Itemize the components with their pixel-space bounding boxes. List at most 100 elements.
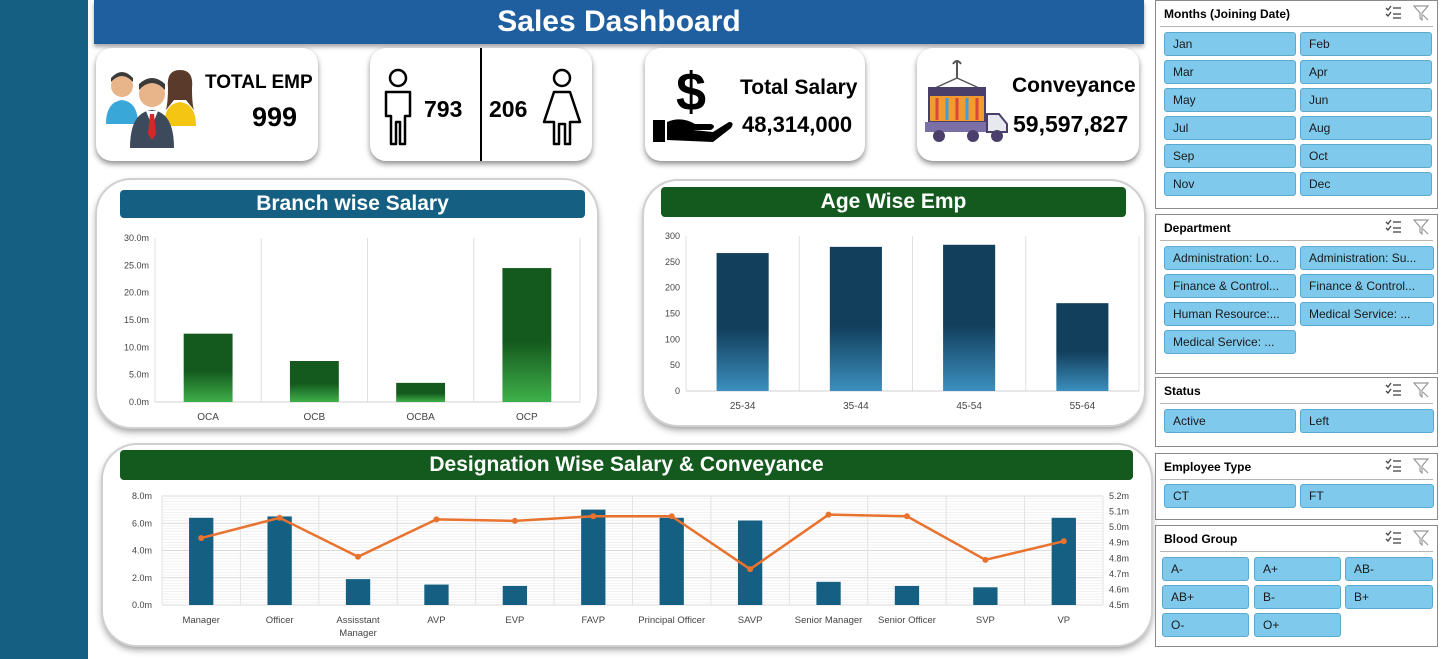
multi-select-icon[interactable] [1385,382,1401,396]
slicer-item-ft[interactable]: FT [1300,484,1434,508]
slicer-item-sep[interactable]: Sep [1164,144,1296,168]
y-tick-label: 30.0m [124,233,149,243]
slicer-item-dec[interactable]: Dec [1300,172,1432,196]
slicer-item-aug[interactable]: Aug [1300,116,1432,140]
slicer-item-dept-5[interactable]: Human Resource:... [1164,302,1296,326]
slicer-item-a-neg[interactable]: A- [1162,557,1249,581]
x-tick-label: Officer [266,615,294,626]
x-tick-label: OCA [197,412,219,423]
slicer-item-dept-4[interactable]: Finance & Control... [1300,274,1434,298]
y-tick-label: 50 [670,360,680,370]
slicer-item-mar[interactable]: Mar [1164,60,1296,84]
conveyance-value: 59,597,827 [1013,111,1129,137]
x-tick-label: FAVP [581,615,605,626]
x-tick-label: SVP [976,615,995,626]
y2-tick-label: 4.5m [1109,600,1129,610]
slicer-item-b-neg[interactable]: B- [1254,585,1341,609]
slicer-item-ab-neg[interactable]: AB- [1345,557,1433,581]
multi-select-icon[interactable] [1385,530,1401,544]
multi-select-icon[interactable] [1385,219,1401,233]
y2-tick-label: 4.9m [1109,538,1129,548]
slicer-item-jul[interactable]: Jul [1164,116,1296,140]
slicer-item-jan[interactable]: Jan [1164,32,1296,56]
cargo-truck-icon [925,60,1008,142]
bar-favp [581,509,606,605]
branch-salary-chart: 0.0m 5.0m 10.0m 15.0m 20.0m 25.0m 30.0m OCA OCB O… [124,233,581,423]
bar-principal-officer [659,517,684,605]
designation-title: Designation Wise Salary & Conveyance [120,450,1133,480]
designation-chart: 0.0m 2.0m 4.0m 6.0m 8.0m 4.5m 4.6m 4.7m 4.8m 4.9m… [132,491,1129,639]
multi-select-icon[interactable] [1385,458,1401,472]
total-emp-label: TOTAL EMP [205,72,313,93]
y-tick-label: 25.0m [124,260,149,270]
x-tick-label: EVP [505,615,524,626]
y-tick-label: 2.0m [132,573,152,583]
clear-filter-icon[interactable] [1413,382,1429,398]
bar-vp [1051,517,1076,605]
line-point-officer [276,514,283,521]
slicer-item-ab-pos[interactable]: AB+ [1162,585,1249,609]
slicer-item-dept-2[interactable]: Administration: Su... [1300,246,1434,270]
slicer-item-a-pos[interactable]: A+ [1254,557,1341,581]
x-tick-label: Manager [182,615,220,626]
people-group-icon [106,70,196,148]
y2-tick-label: 5.1m [1109,507,1129,517]
slicer-item-may[interactable]: May [1164,88,1296,112]
y-tick-label: 15.0m [124,315,149,325]
slicer-department: Department Administration: Lo... Adminis… [1155,214,1438,374]
dashboard: Sales Dashboard TOTAL EMP 999 793 206 $ … [0,0,1455,659]
age-emp-title: Age Wise Emp [661,187,1126,217]
slicer-item-active[interactable]: Active [1164,409,1296,433]
slicer-item-nov[interactable]: Nov [1164,172,1296,196]
x-tick-label: Manager [339,628,377,639]
line-point-senior-manager [825,511,832,518]
multi-select-icon[interactable] [1385,5,1401,19]
conveyance-label: Conveyance [1012,74,1136,97]
x-tick-label: OCP [516,412,538,423]
slicer-item-dept-3[interactable]: Finance & Control... [1164,274,1296,298]
slicer-item-o-neg[interactable]: O- [1162,613,1249,637]
svg-text:$: $ [676,62,706,122]
bar-25-34 [716,253,769,391]
slicer-status: Status Active Left [1155,377,1438,447]
line-point-svp [982,556,989,563]
line-point-manager [198,535,205,542]
slicer-item-left[interactable]: Left [1300,409,1434,433]
slicer-employee-type: Employee Type CT FT [1155,453,1438,520]
female-count: 206 [489,96,528,122]
slicer-item-jun[interactable]: Jun [1300,88,1432,112]
female-icon [542,68,582,146]
bar-evp [502,585,528,605]
bar-assisstant-manager [345,579,371,605]
line-point-senior-officer [903,513,910,520]
bar-ocb [289,361,339,402]
bar-45-54 [943,244,996,391]
x-tick-label: 45-54 [956,401,982,412]
slicer-item-o-pos[interactable]: O+ [1254,613,1341,637]
slicer-item-dept-6[interactable]: Medical Service: ... [1300,302,1434,326]
clear-filter-icon[interactable] [1413,530,1429,546]
slicer-item-b-pos[interactable]: B+ [1345,585,1433,609]
bar-oca [183,333,233,402]
page-title: Sales Dashboard [94,0,1144,44]
clear-filter-icon[interactable] [1413,5,1429,21]
y2-tick-label: 5.2m [1109,491,1129,501]
x-tick-label: 35-44 [843,401,869,412]
clear-filter-icon[interactable] [1413,219,1429,235]
y-tick-label: 5.0m [129,370,149,380]
x-tick-label: Senior Manager [795,615,863,626]
slicer-item-ct[interactable]: CT [1164,484,1296,508]
slicer-item-dept-7[interactable]: Medical Service: ... [1164,330,1296,354]
y-tick-label: 300 [665,231,680,241]
clear-filter-icon[interactable] [1413,458,1429,474]
slicer-item-oct[interactable]: Oct [1300,144,1432,168]
slicer-item-dept-1[interactable]: Administration: Lo... [1164,246,1296,270]
y-tick-label: 200 [665,283,680,293]
total-emp-value: 999 [252,102,298,132]
x-tick-label: SAVP [738,615,763,626]
slicer-item-apr[interactable]: Apr [1300,60,1432,84]
slicer-employee-type-title: Employee Type [1164,460,1252,474]
line-point-vp [1060,538,1067,545]
slicer-item-feb[interactable]: Feb [1300,32,1432,56]
y-tick-label: 0 [675,386,680,396]
